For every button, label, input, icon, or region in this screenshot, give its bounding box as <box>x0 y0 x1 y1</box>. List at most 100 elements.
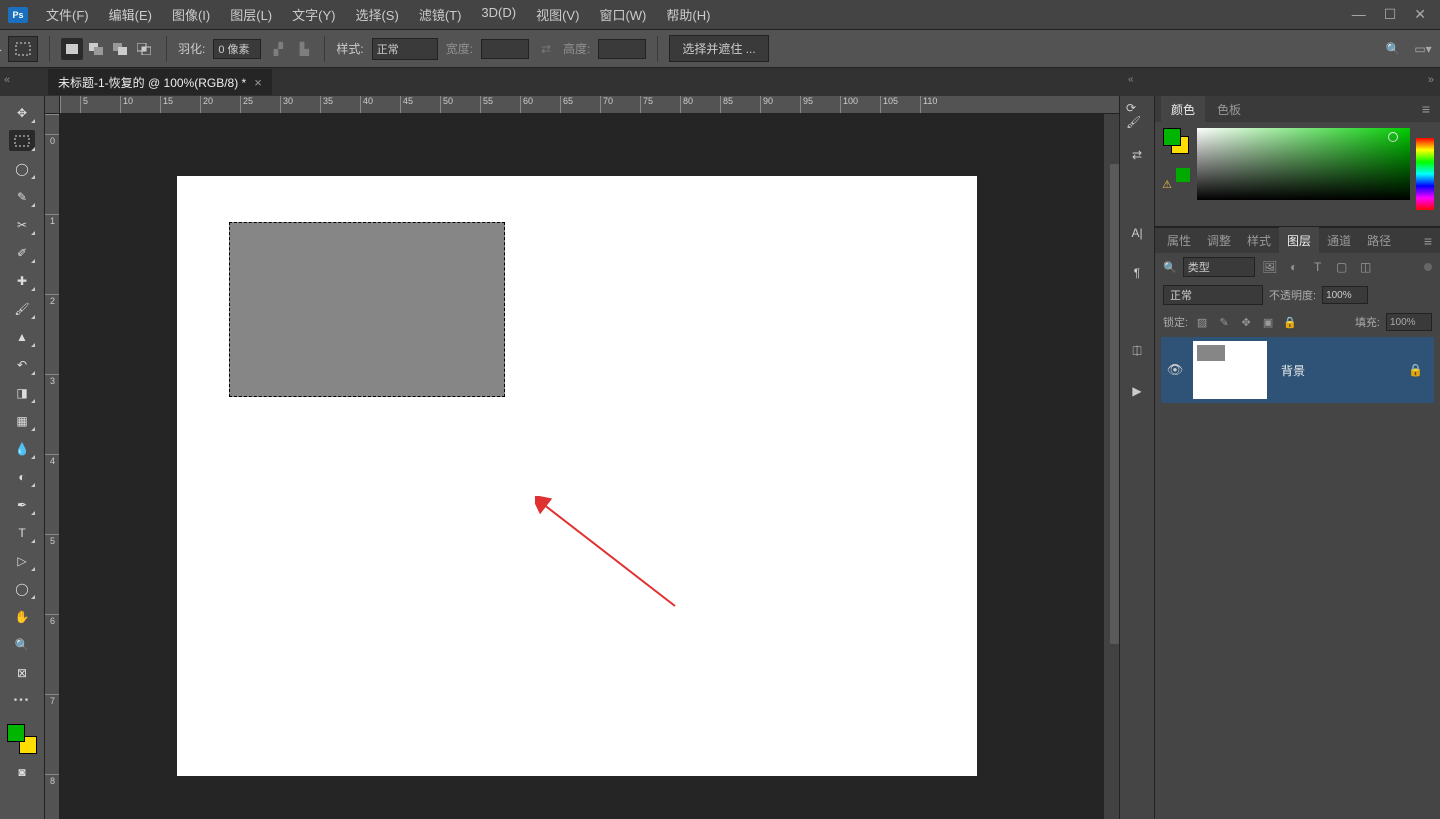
feather-input[interactable] <box>213 39 261 59</box>
dodge-tool-icon[interactable]: ◐ <box>9 466 35 487</box>
document-tab[interactable]: 未标题-1-恢复的 @ 100%(RGB/8) * × <box>48 69 272 95</box>
character-panel-icon[interactable]: A| <box>1126 222 1148 244</box>
lock-transparent-icon[interactable]: ▨ <box>1194 314 1210 330</box>
blur-tool-icon[interactable]: 💧 <box>9 438 35 459</box>
layer-thumbnail[interactable] <box>1193 341 1267 399</box>
menu-help[interactable]: 帮助(H) <box>656 0 720 30</box>
color-field[interactable] <box>1197 128 1410 200</box>
hand-tool-icon[interactable]: ✋ <box>9 606 35 627</box>
layers-panel-menu-icon[interactable]: ≡ <box>1424 233 1436 249</box>
path-select-tool-icon[interactable]: ▷ <box>9 550 35 571</box>
subtract-selection-icon[interactable] <box>109 38 131 60</box>
quickmask-icon[interactable]: ◙ <box>9 761 35 782</box>
intersect-selection-icon[interactable] <box>133 38 155 60</box>
quick-select-tool-icon[interactable]: ✎ <box>9 186 35 207</box>
tab-properties[interactable]: 属性 <box>1159 227 1199 254</box>
maximize-icon[interactable]: ☐ <box>1384 6 1397 23</box>
fg-bg-swatches[interactable] <box>7 724 37 754</box>
layer-name[interactable]: 背景 <box>1271 362 1408 379</box>
layer-row[interactable]: 👁 背景 🔒 <box>1161 337 1434 403</box>
layer-lock-icon[interactable]: 🔒 <box>1408 363 1434 377</box>
menu-type[interactable]: 文字(Y) <box>282 0 345 30</box>
lock-paint-icon[interactable]: ✎ <box>1216 314 1232 330</box>
hue-slider[interactable] <box>1416 138 1434 210</box>
select-and-mask-button[interactable]: 选择并遮住 ... <box>669 35 768 62</box>
filter-text-icon[interactable]: T <box>1309 258 1327 276</box>
mirror-tool-icon[interactable]: ⊠ <box>9 662 35 683</box>
menu-select[interactable]: 选择(S) <box>345 0 408 30</box>
antialias-icon[interactable]: ▞ <box>269 40 287 58</box>
style-select[interactable]: 正常 <box>372 38 438 60</box>
menu-view[interactable]: 视图(V) <box>526 0 589 30</box>
lasso-tool-icon[interactable]: ◯ <box>9 158 35 179</box>
tool-preset-icon[interactable] <box>8 36 38 62</box>
history-panel-icon[interactable]: ⟳🖌 <box>1126 104 1148 126</box>
fill-input[interactable]: 100% <box>1386 313 1432 331</box>
filter-smart-icon[interactable]: ◫ <box>1357 258 1375 276</box>
collapse-right-icon[interactable]: » <box>1428 74 1434 86</box>
menu-filter[interactable]: 滤镜(T) <box>409 0 472 30</box>
paragraph-panel-icon[interactable]: ¶ <box>1126 262 1148 284</box>
opacity-input[interactable]: 100% <box>1322 286 1368 304</box>
canvas-scrollbar[interactable] <box>1104 114 1119 819</box>
lock-all-icon[interactable]: 🔒 <box>1282 314 1298 330</box>
antialias-icon-2[interactable]: ▙ <box>295 40 313 58</box>
add-selection-icon[interactable] <box>85 38 107 60</box>
tab-layers[interactable]: 图层 <box>1279 227 1319 254</box>
shape-tool-icon[interactable]: ◯ <box>9 578 35 599</box>
brush-panel-icon[interactable]: ⇄ <box>1126 144 1148 166</box>
hue-arrow-icon: ▶ <box>0 45 2 56</box>
layer-visibility-icon[interactable]: 👁 <box>1161 362 1189 378</box>
menu-edit[interactable]: 编辑(E) <box>99 0 162 30</box>
foreground-color[interactable] <box>7 724 25 742</box>
workspace-icon[interactable]: ▭▾ <box>1414 40 1432 58</box>
layer-filter-type[interactable]: 类型 <box>1183 257 1255 277</box>
mini-fg-color[interactable] <box>1163 128 1181 146</box>
tab-swatches[interactable]: 色板 <box>1207 96 1251 123</box>
tab-adjustments[interactable]: 调整 <box>1199 227 1239 254</box>
menu-image[interactable]: 图像(I) <box>162 0 220 30</box>
move-tool-icon[interactable]: ✥ <box>9 102 35 123</box>
close-icon[interactable]: ✕ <box>1414 6 1426 23</box>
filter-toggle-icon[interactable] <box>1424 263 1432 271</box>
swatches-panel-icon[interactable]: ⎅ <box>1126 340 1148 362</box>
warning-swatch[interactable] <box>1176 168 1190 182</box>
brush-tool-icon[interactable]: 🖌 <box>9 298 35 319</box>
collapse-panels-icon[interactable]: « <box>1128 74 1134 85</box>
tab-styles[interactable]: 样式 <box>1239 227 1279 254</box>
crop-tool-icon[interactable]: ✂ <box>9 214 35 235</box>
tab-paths[interactable]: 路径 <box>1359 227 1399 254</box>
marquee-tool-icon[interactable] <box>9 130 35 151</box>
menu-layer[interactable]: 图层(L) <box>220 0 282 30</box>
eraser-tool-icon[interactable]: ◨ <box>9 382 35 403</box>
collapse-left-icon[interactable]: « <box>4 74 10 86</box>
tab-color[interactable]: 颜色 <box>1161 96 1205 123</box>
healing-tool-icon[interactable]: ✚ <box>9 270 35 291</box>
more-tools-icon[interactable]: ••• <box>9 690 35 711</box>
eyedropper-tool-icon[interactable]: ✐ <box>9 242 35 263</box>
zoom-tool-icon[interactable]: 🔍 <box>9 634 35 655</box>
search-icon[interactable]: 🔍 <box>1384 40 1402 58</box>
pen-tool-icon[interactable]: ✒ <box>9 494 35 515</box>
close-tab-icon[interactable]: × <box>254 75 262 90</box>
filter-adjust-icon[interactable]: ◐ <box>1285 258 1303 276</box>
play-panel-icon[interactable]: ▶ <box>1126 380 1148 402</box>
lock-position-icon[interactable]: ✥ <box>1238 314 1254 330</box>
canvas[interactable] <box>177 176 977 776</box>
blend-mode-select[interactable]: 正常 <box>1163 285 1263 305</box>
color-swatches-mini[interactable] <box>1163 128 1189 154</box>
new-selection-icon[interactable] <box>61 38 83 60</box>
filter-image-icon[interactable]: 🖼 <box>1261 258 1279 276</box>
menu-3d[interactable]: 3D(D) <box>471 0 526 30</box>
filter-shape-icon[interactable]: ▢ <box>1333 258 1351 276</box>
type-tool-icon[interactable]: T <box>9 522 35 543</box>
lock-artboard-icon[interactable]: ▣ <box>1260 314 1276 330</box>
tab-channels[interactable]: 通道 <box>1319 227 1359 254</box>
minimize-icon[interactable]: — <box>1352 6 1366 23</box>
stamp-tool-icon[interactable]: ▲ <box>9 326 35 347</box>
menu-file[interactable]: 文件(F) <box>36 0 99 30</box>
panel-menu-icon[interactable]: ≡ <box>1422 101 1434 117</box>
gradient-tool-icon[interactable]: ▦ <box>9 410 35 431</box>
history-brush-tool-icon[interactable]: ↶ <box>9 354 35 375</box>
menu-window[interactable]: 窗口(W) <box>589 0 656 30</box>
